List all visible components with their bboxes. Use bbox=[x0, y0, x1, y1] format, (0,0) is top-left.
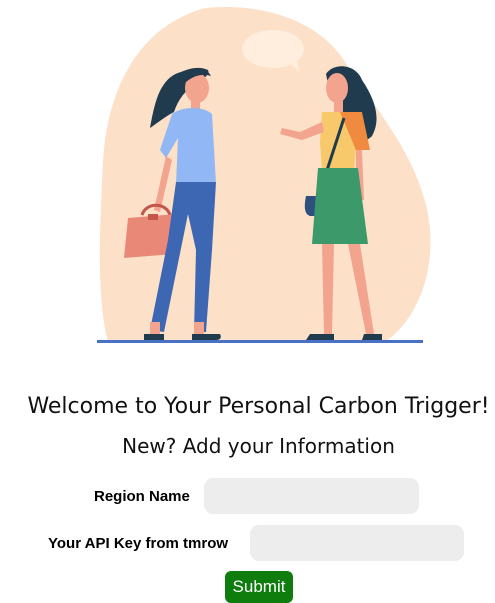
subtitle: New? Add your Information bbox=[122, 434, 395, 458]
region-name-label: Region Name bbox=[94, 488, 190, 505]
api-key-label: Your API Key from tmrow bbox=[48, 535, 229, 552]
page: Welcome to Your Personal Carbon Trigger!… bbox=[0, 0, 495, 603]
two-women-talking-illustration bbox=[97, 6, 431, 343]
hero-illustration bbox=[0, 0, 495, 360]
submit-button[interactable]: Submit bbox=[225, 571, 293, 603]
api-key-input[interactable] bbox=[250, 525, 464, 561]
region-name-input[interactable] bbox=[204, 478, 419, 514]
welcome-title: Welcome to Your Personal Carbon Trigger! bbox=[27, 394, 490, 419]
